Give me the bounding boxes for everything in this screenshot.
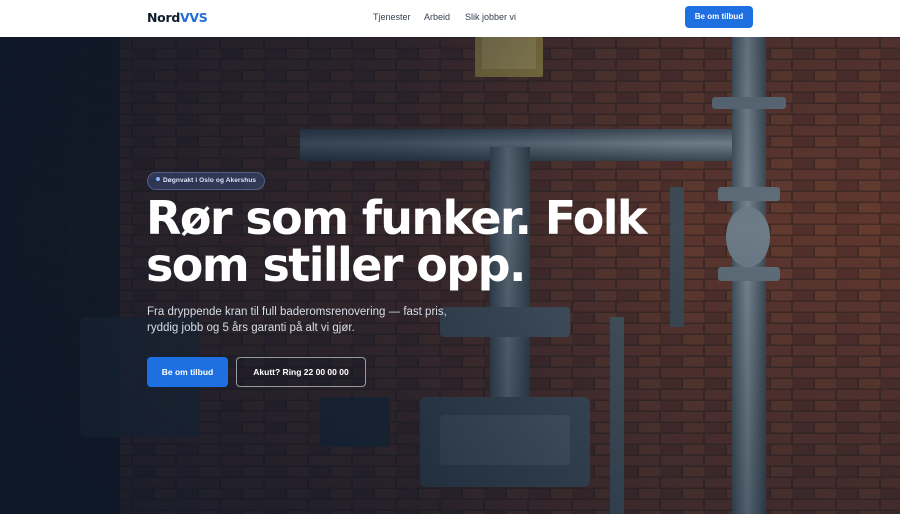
availability-badge-label: Døgnvakt i Oslo og Akershus	[163, 177, 257, 184]
nav-link-arbeid[interactable]: Arbeid	[424, 12, 450, 22]
hero-headline: Rør som funker. Folk som stiller opp.	[146, 195, 666, 289]
hero-headline-line-2: som stiller opp.	[146, 238, 526, 292]
hero-headline-line-1: Rør som funker. Folk	[146, 191, 647, 245]
header-quote-button[interactable]: Be om tilbud	[685, 6, 753, 28]
status-dot-icon	[156, 177, 160, 181]
availability-badge: Døgnvakt i Oslo og Akershus	[147, 172, 266, 190]
hero-section: Døgnvakt i Oslo og Akershus Rør som funk…	[0, 37, 900, 514]
site-header: NordVVS Tjenester Arbeid Slik jobber vi …	[0, 0, 900, 37]
emergency-call-button[interactable]: Akutt? Ring 22 00 00 00	[236, 357, 366, 387]
nav-link-slik-jobber-vi[interactable]: Slik jobber vi	[465, 12, 516, 22]
hero-quote-button[interactable]: Be om tilbud	[147, 357, 228, 387]
brand-logo[interactable]: NordVVS	[147, 10, 208, 25]
brand-name-prefix: Nord	[147, 10, 180, 25]
brand-name-suffix: VVS	[179, 10, 208, 25]
nav-link-tjenester[interactable]: Tjenester	[373, 12, 411, 22]
hero-subtext: Fra dryppende kran til full baderomsreno…	[147, 306, 447, 334]
